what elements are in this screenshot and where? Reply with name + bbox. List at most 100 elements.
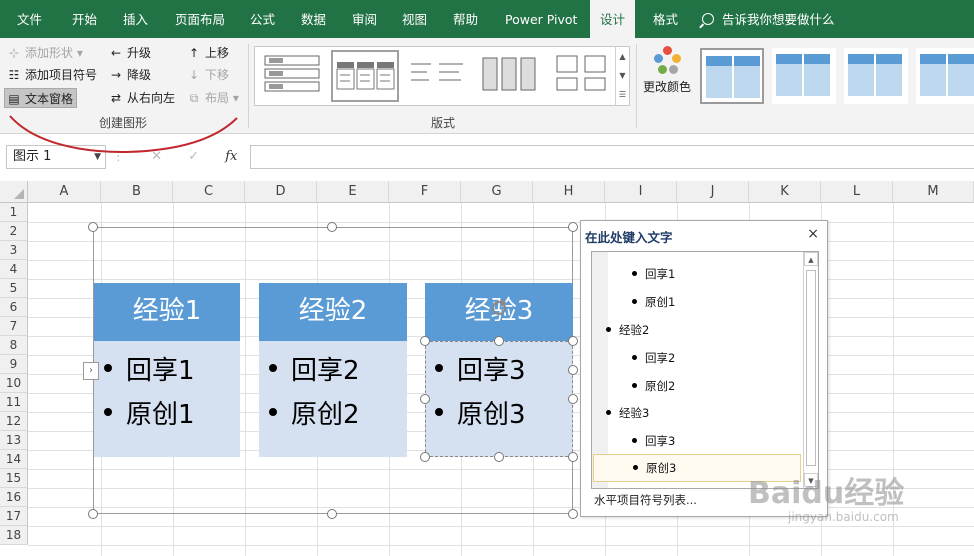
list-item[interactable]: 经验3 xyxy=(606,405,649,421)
column-header[interactable]: L xyxy=(821,181,893,203)
shape-handle[interactable] xyxy=(568,336,578,346)
rotate-handle-icon[interactable] xyxy=(489,298,509,318)
tab-data[interactable]: 数据 xyxy=(301,0,326,38)
style-option-4[interactable] xyxy=(916,48,974,104)
row-header[interactable]: 18 xyxy=(0,526,28,545)
chevron-down-icon[interactable]: ▼ xyxy=(94,146,101,168)
layout-button[interactable]: ⧉ 布局 ▾ xyxy=(186,88,239,108)
tab-format[interactable]: 格式 xyxy=(653,0,678,38)
select-all-corner[interactable] xyxy=(0,181,28,203)
layout-option-stacked-list[interactable] xyxy=(405,50,473,102)
layout-option-picture-list[interactable] xyxy=(549,50,617,102)
row-header[interactable]: 7 xyxy=(0,317,28,336)
right-to-left-button[interactable]: ⇄ 从右向左 xyxy=(108,88,175,108)
text-pane-toggle-button[interactable]: › xyxy=(83,362,99,380)
row-header[interactable]: 5 xyxy=(0,279,28,298)
change-colors-button[interactable]: 更改颜色 xyxy=(642,46,692,95)
shape-handle[interactable] xyxy=(494,336,504,346)
smartart-body-2[interactable]: 回享2 原创2 xyxy=(259,341,407,457)
gallery-scrollbar[interactable]: ▲ ▼ ☰ xyxy=(615,47,629,105)
smartart-body-1[interactable]: 回享1 原创1 xyxy=(94,341,240,457)
tab-review[interactable]: 审阅 xyxy=(352,0,377,38)
resize-handle[interactable] xyxy=(88,222,98,232)
list-item[interactable]: 原创1 xyxy=(632,294,675,310)
layout-option-vertical-boxes[interactable] xyxy=(477,50,545,102)
column-header[interactable]: K xyxy=(749,181,821,203)
row-header[interactable]: 9 xyxy=(0,355,28,374)
shape-handle[interactable] xyxy=(420,394,430,404)
column-header[interactable]: J xyxy=(677,181,749,203)
row-header[interactable]: 17 xyxy=(0,507,28,526)
column-header[interactable]: B xyxy=(101,181,173,203)
resize-handle[interactable] xyxy=(568,222,578,232)
tab-page-layout[interactable]: 页面布局 xyxy=(175,0,225,38)
row-header[interactable]: 10 xyxy=(0,374,28,393)
shape-handle[interactable] xyxy=(568,452,578,462)
smartart-header-2[interactable]: 经验2 xyxy=(259,283,407,341)
formula-input[interactable] xyxy=(250,145,974,169)
column-header[interactable]: A xyxy=(28,181,101,203)
layout-option-horizontal-bullet-list[interactable] xyxy=(331,50,399,102)
tell-me-search[interactable]: 告诉我你想要做什么 xyxy=(702,0,835,38)
add-shape-button[interactable]: ⊹ 添加形状 ▾ xyxy=(6,43,83,63)
text-pane-list[interactable]: 回享1 原创1 经验2 回享2 原创2 经验3 回享3 原创3 ▲ ▼ xyxy=(591,251,819,489)
resize-handle[interactable] xyxy=(327,222,337,232)
move-up-button[interactable]: ↑ 上移 xyxy=(186,43,229,63)
column-header[interactable]: C xyxy=(173,181,245,203)
tab-design[interactable]: 设计 xyxy=(590,0,636,38)
add-bullet-button[interactable]: ☷ 添加项目符号 xyxy=(6,65,97,85)
smartart-header-1[interactable]: 经验1 xyxy=(94,283,240,341)
column-header[interactable]: I xyxy=(605,181,677,203)
column-header[interactable]: M xyxy=(893,181,974,203)
column-header[interactable]: E xyxy=(317,181,389,203)
row-header[interactable]: 3 xyxy=(0,241,28,260)
column-header[interactable]: D xyxy=(245,181,317,203)
row-header[interactable]: 4 xyxy=(0,260,28,279)
promote-button[interactable]: ← 升级 xyxy=(108,43,151,63)
row-header[interactable]: 11 xyxy=(0,393,28,412)
gallery-more-icon[interactable]: ☰ xyxy=(616,85,629,104)
row-header[interactable]: 12 xyxy=(0,412,28,431)
cancel-icon[interactable]: ✕ xyxy=(151,149,162,164)
demote-button[interactable]: → 降级 xyxy=(108,65,151,85)
tab-power-pivot[interactable]: Power Pivot xyxy=(505,0,577,38)
tab-view[interactable]: 视图 xyxy=(402,0,427,38)
text-pane-button[interactable]: ▤ 文本窗格 xyxy=(4,88,78,108)
style-option-2[interactable] xyxy=(772,48,836,104)
scroll-thumb[interactable] xyxy=(806,270,816,466)
shape-handle[interactable] xyxy=(568,365,578,375)
resize-handle[interactable] xyxy=(327,509,337,519)
list-item[interactable]: 原创2 xyxy=(632,378,675,394)
move-down-button[interactable]: ↓ 下移 xyxy=(186,65,229,85)
column-header[interactable]: F xyxy=(389,181,461,203)
text-pane-scrollbar[interactable]: ▲ ▼ xyxy=(803,252,818,488)
tab-file[interactable]: 文件 xyxy=(17,0,42,38)
style-option-1[interactable] xyxy=(700,48,764,104)
name-box[interactable]: 图示 1 ▼ xyxy=(6,145,106,169)
layout-option-vertical-list[interactable] xyxy=(259,50,327,102)
row-header[interactable]: 16 xyxy=(0,488,28,507)
column-header[interactable]: H xyxy=(533,181,605,203)
row-header[interactable]: 2 xyxy=(0,222,28,241)
column-header[interactable]: G xyxy=(461,181,533,203)
resize-handle[interactable] xyxy=(88,509,98,519)
list-item[interactable]: 回享3 xyxy=(632,433,675,449)
scroll-up-icon[interactable]: ▲ xyxy=(804,252,818,266)
gallery-scroll-up-icon[interactable]: ▲ xyxy=(616,47,629,66)
close-icon[interactable]: × xyxy=(807,226,819,242)
list-item[interactable]: 回享1 xyxy=(632,266,675,282)
gallery-scroll-down-icon[interactable]: ▼ xyxy=(616,66,629,85)
shape-handle[interactable] xyxy=(568,394,578,404)
shape-handle[interactable] xyxy=(494,452,504,462)
row-header[interactable]: 6 xyxy=(0,298,28,317)
shape-handle[interactable] xyxy=(420,336,430,346)
row-header[interactable]: 14 xyxy=(0,450,28,469)
shape-handle[interactable] xyxy=(420,452,430,462)
confirm-icon[interactable]: ✓ xyxy=(188,149,199,164)
list-item[interactable]: 经验2 xyxy=(606,322,649,338)
row-header[interactable]: 15 xyxy=(0,469,28,488)
tab-formulas[interactable]: 公式 xyxy=(250,0,275,38)
list-item[interactable]: 回享2 xyxy=(632,350,675,366)
layout-name-link[interactable]: 水平项目符号列表... xyxy=(594,492,697,508)
tab-help[interactable]: 帮助 xyxy=(453,0,478,38)
